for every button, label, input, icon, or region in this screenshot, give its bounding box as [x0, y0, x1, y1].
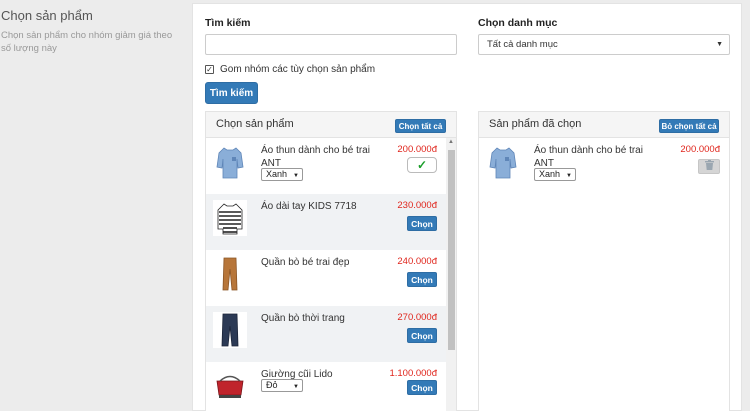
jeans-icon [213, 312, 247, 348]
chosen-products-title: Sản phẩm đã chọn [489, 118, 582, 130]
product-list-scrollbar[interactable]: ▲ [446, 138, 456, 411]
category-select[interactable]: Tất cả danh mục ▼ [478, 34, 730, 55]
available-products-panel: Chọn sản phẩm Chọn tất cả Áo thun dành c… [205, 111, 457, 411]
deselect-all-button[interactable]: Bỏ chọn tất cả [659, 119, 719, 133]
product-name: Quần bò bé trai đẹp [261, 257, 350, 268]
product-price: 240.000đ [397, 256, 437, 267]
product-name: Áo thun dành cho bé trai ANT [261, 145, 370, 169]
product-name: Áo dài tay KIDS 7718 [261, 201, 357, 212]
variant-select[interactable]: Đỏ ▼ [261, 379, 303, 392]
search-input[interactable] [205, 34, 457, 55]
chosen-variant-select[interactable]: Xanh ▼ [534, 168, 576, 181]
brown-pants-icon [213, 256, 247, 292]
section-description: Chọn sản phẩm Chọn sản phẩm cho nhóm giả… [0, 0, 192, 411]
product-price: 270.000đ [397, 312, 437, 323]
category-label: Chọn danh mục [478, 17, 558, 29]
chosen-product-name: Áo thun dành cho bé trai ANT [534, 145, 643, 169]
chevron-down-icon: ▼ [293, 384, 299, 390]
product-picker-card: Tìm kiếm Chọn danh mục Tất cả danh mục ▼… [192, 3, 742, 411]
selected-check-button[interactable]: ✓ [407, 157, 437, 173]
chosen-variant-select-value: Xanh [539, 169, 561, 179]
choose-button[interactable]: Chọn [407, 380, 437, 395]
check-icon: ✓ [416, 158, 428, 172]
striped-shirt-icon [213, 200, 247, 236]
group-options-row: ✓ Gom nhóm các tùy chọn sản phẩm [205, 64, 375, 75]
chevron-down-icon: ▼ [293, 173, 299, 179]
section-description-text: Chọn sản phẩm cho nhóm giảm giá theo số … [1, 30, 173, 54]
product-name: Quần bò thời trang [261, 313, 345, 324]
product-row: Áo thun dành cho bé trai ANT Xanh ▼ 200.… [206, 138, 446, 194]
section-title: Chọn sản phẩm [1, 8, 93, 23]
chosen-product-price: 200.000đ [680, 144, 720, 155]
chevron-down-icon: ▼ [716, 41, 723, 48]
choose-button[interactable]: Chọn [407, 272, 437, 287]
group-options-checkbox[interactable]: ✓ [205, 65, 214, 74]
product-price: 230.000đ [397, 200, 437, 211]
remove-button[interactable] [698, 159, 720, 174]
product-row: Áo dài tay KIDS 7718 230.000đ Chọn [206, 194, 446, 250]
chosen-products-panel: Sản phẩm đã chọn Bỏ chọn tất cả Áo thun … [478, 111, 730, 411]
choose-button[interactable]: Chọn [407, 328, 437, 343]
scroll-up-icon[interactable]: ▲ [448, 139, 454, 145]
search-button[interactable]: Tìm kiếm [205, 82, 258, 104]
crib-icon [213, 368, 247, 404]
chevron-down-icon: ▼ [566, 173, 572, 179]
product-row: Quần bò thời trang 270.000đ Chọn [206, 306, 446, 362]
chosen-products-header: Sản phẩm đã chọn Bỏ chọn tất cả [479, 112, 729, 138]
product-price: 1.100.000đ [389, 368, 437, 379]
group-options-label: Gom nhóm các tùy chọn sản phẩm [220, 64, 376, 75]
product-row: Quần bò bé trai đẹp 240.000đ Chọn [206, 250, 446, 306]
available-products-title: Chọn sản phẩm [216, 118, 294, 130]
available-products-header: Chọn sản phẩm Chọn tất cả [206, 112, 456, 138]
chosen-product-row: Áo thun dành cho bé trai ANT Xanh ▼ 200.… [479, 138, 729, 194]
blue-shirt-icon [213, 144, 247, 180]
category-select-value: Tất cả danh mục [487, 39, 558, 50]
product-price: 200.000đ [397, 144, 437, 155]
trash-icon [704, 160, 714, 173]
product-row: Giường cũi Lido Đỏ ▼ 1.100.000đ Chọn [206, 362, 446, 411]
blue-shirt-icon [486, 144, 520, 180]
variant-select-value: Đỏ [266, 380, 278, 390]
select-all-button[interactable]: Chọn tất cả [395, 119, 446, 133]
choose-button[interactable]: Chọn [407, 216, 437, 231]
variant-select-value: Xanh [266, 169, 288, 179]
search-label: Tìm kiếm [205, 17, 251, 29]
variant-select[interactable]: Xanh ▼ [261, 168, 303, 181]
scrollbar-thumb[interactable] [448, 150, 455, 350]
